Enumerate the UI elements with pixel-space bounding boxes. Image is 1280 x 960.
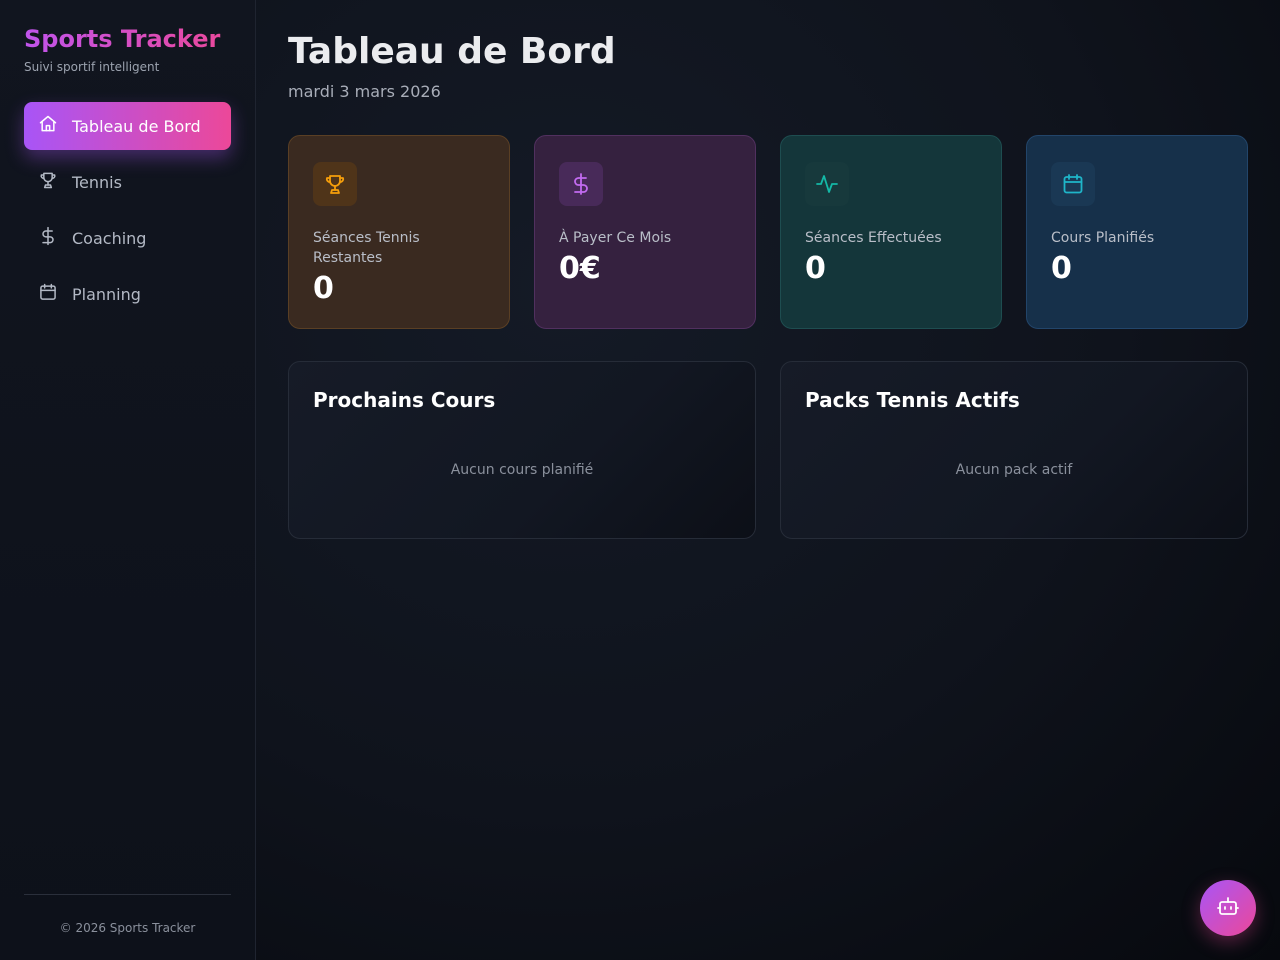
- stat-label: Séances Effectuées: [805, 230, 942, 246]
- main-content: Tableau de Bord mardi 3 mars 2026 Séance…: [256, 0, 1280, 960]
- stat-value: 0: [805, 251, 826, 286]
- page-title: Tableau de Bord: [288, 31, 616, 72]
- sidebar-item-label: Tableau de Bord: [72, 116, 201, 136]
- sidebar-nav: Tableau de Bord Tennis Coaching Planning: [24, 102, 231, 318]
- calendar-icon: [1051, 162, 1095, 206]
- empty-state: Aucun cours planifié: [450, 462, 594, 478]
- sidebar-item-dashboard[interactable]: Tableau de Bord: [24, 102, 231, 150]
- stat-card-planned-lessons: Cours Planifiés 0: [1026, 135, 1248, 329]
- panels-row: Prochains Cours Aucun cours planifié Pac…: [288, 361, 1248, 539]
- stat-label: À Payer Ce Mois: [559, 230, 672, 246]
- app: Sports Tracker Suivi sportif intelligent…: [0, 0, 1280, 960]
- sidebar: Sports Tracker Suivi sportif intelligent…: [0, 0, 256, 960]
- dollar-icon: [38, 226, 58, 250]
- sidebar-item-tennis[interactable]: Tennis: [24, 158, 231, 206]
- panel-title: Packs Tennis Actifs: [805, 388, 1020, 412]
- panel-title: Prochains Cours: [313, 388, 496, 412]
- sidebar-item-label: Tennis: [72, 172, 122, 192]
- activity-icon: [805, 162, 849, 206]
- upcoming-lessons-panel: Prochains Cours Aucun cours planifié: [288, 361, 756, 539]
- calendar-icon: [38, 282, 58, 306]
- sidebar-item-planning[interactable]: Planning: [24, 270, 231, 318]
- stat-card-tennis-remaining: Séances Tennis Restantes 0: [288, 135, 510, 329]
- stat-card-sessions-done: Séances Effectuées 0: [780, 135, 1002, 329]
- home-icon: [38, 114, 58, 138]
- brand-subtitle: Suivi sportif intelligent: [24, 60, 160, 74]
- stat-value: 0€: [559, 251, 601, 286]
- sidebar-item-coaching[interactable]: Coaching: [24, 214, 231, 262]
- sidebar-item-label: Coaching: [72, 228, 147, 248]
- stat-value: 0: [1051, 251, 1072, 286]
- dollar-icon: [559, 162, 603, 206]
- sidebar-item-label: Planning: [72, 284, 141, 304]
- assistant-button[interactable]: [1200, 880, 1256, 936]
- stat-card-to-pay: À Payer Ce Mois 0€: [534, 135, 756, 329]
- stats-row: Séances Tennis Restantes 0 À Payer Ce Mo…: [288, 135, 1248, 329]
- stat-label: Séances Tennis Restantes: [313, 230, 420, 266]
- active-packs-panel: Packs Tennis Actifs Aucun pack actif: [780, 361, 1248, 539]
- stat-label: Cours Planifiés: [1051, 230, 1155, 246]
- sidebar-footer: © 2026 Sports Tracker: [24, 894, 231, 960]
- brand-title: Sports Tracker: [24, 24, 231, 54]
- trophy-icon: [313, 162, 357, 206]
- empty-state: Aucun pack actif: [955, 462, 1073, 478]
- trophy-icon: [38, 170, 58, 194]
- bot-icon: [1216, 894, 1240, 922]
- page-date: mardi 3 mars 2026: [288, 82, 441, 101]
- stat-value: 0: [313, 271, 334, 306]
